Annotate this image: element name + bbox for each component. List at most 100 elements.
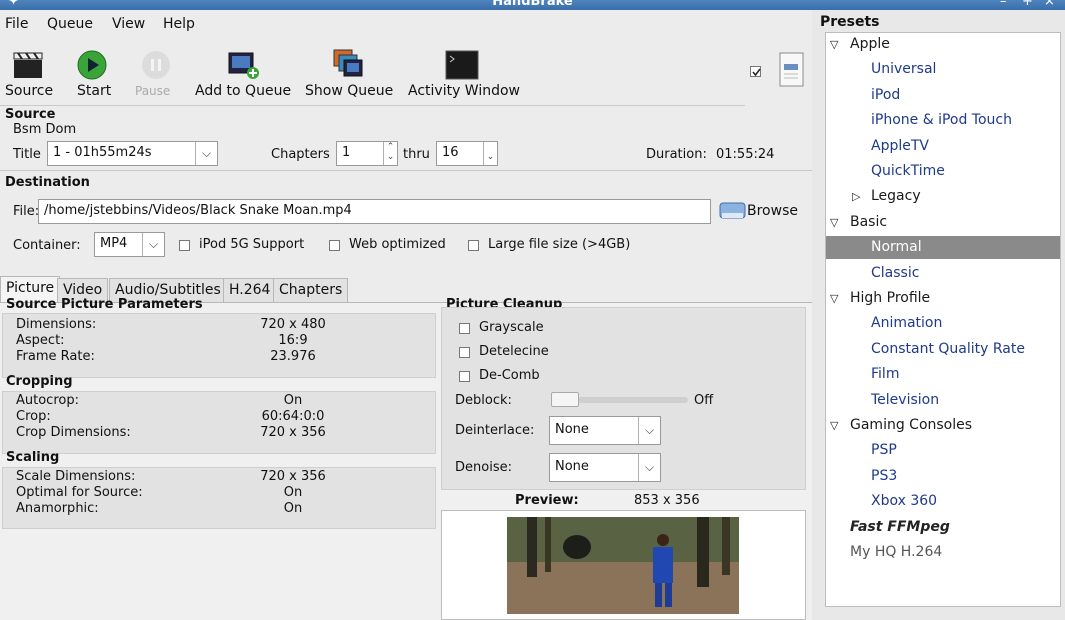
tab-h264[interactable]: H.264 (223, 278, 277, 302)
optimal-source-value: On (283, 485, 303, 500)
preset-item-ps3[interactable]: PS3 (826, 465, 1060, 488)
denoise-select-value: None (555, 459, 589, 474)
expand-arrow-icon[interactable]: ▽ (830, 211, 838, 234)
minimize-icon[interactable]: – (1000, 0, 1007, 9)
deblock-label: Deblock: (455, 393, 512, 408)
maximize-icon[interactable]: + (1022, 0, 1033, 9)
expand-arrow-icon[interactable]: ▽ (830, 414, 838, 437)
preset-item-basic[interactable]: ▽ Basic (826, 211, 1060, 234)
menu-file[interactable]: File (5, 16, 28, 32)
preset-item-my-hq-h-264[interactable]: My HQ H.264 (826, 541, 1060, 564)
preset-item-animation[interactable]: Animation (826, 312, 1060, 335)
expand-arrow-icon[interactable]: ▽ (830, 33, 838, 56)
preset-item-label: Normal (871, 239, 922, 256)
main-panel: File Queue View Help Source Start Pause (0, 10, 812, 620)
preset-item-label: Universal (871, 61, 937, 78)
chevron-down-icon: ⌵ (638, 454, 660, 481)
scaling-title: Scaling (6, 450, 60, 465)
clapperboard-icon (13, 52, 43, 78)
preset-item-fast-ffmpeg[interactable]: Fast FFMpeg (826, 516, 1060, 539)
preset-item-quicktime[interactable]: QuickTime (826, 160, 1060, 183)
deinterlace-select[interactable]: None ⌵ (549, 416, 661, 445)
deinterlace-select-value: None (555, 422, 589, 437)
autocrop-label: Autocrop: (16, 393, 79, 408)
preset-item-apple[interactable]: ▽ Apple (826, 33, 1060, 56)
menu-view[interactable]: View (112, 16, 145, 32)
chevron-down-icon: ⌵ (195, 142, 217, 165)
preset-item-label: Fast FFMpeg (850, 518, 950, 535)
optimal-source-label: Optimal for Source: (16, 485, 143, 500)
file-label: File: (13, 204, 40, 219)
browse-button[interactable]: Browse (747, 203, 798, 219)
container-label: Container: (13, 238, 81, 253)
preset-item-classic[interactable]: Classic (826, 262, 1060, 285)
collapse-arrow-icon[interactable]: ▷ (852, 185, 860, 208)
preset-item-gaming-consoles[interactable]: ▽ Gaming Consoles (826, 414, 1060, 437)
folder-icon[interactable] (719, 199, 747, 221)
chapter-start-spinner[interactable]: 1 ⌃ ⌄ (336, 141, 398, 166)
preset-item-constant-quality-rate[interactable]: Constant Quality Rate (826, 338, 1060, 361)
chapter-end-spinner[interactable]: 16 ⌄ (436, 141, 498, 166)
spinner-arrows-icon[interactable]: ⌄ (483, 142, 497, 165)
anamorphic-value: On (283, 501, 303, 516)
chevron-down-icon: ⌵ (638, 417, 660, 444)
terminal-icon (445, 50, 479, 80)
ipod-5g-label: iPod 5G Support (199, 237, 305, 252)
window-title: HandBrake (492, 0, 573, 9)
document-icon[interactable] (779, 52, 805, 88)
cropping-title: Cropping (6, 374, 73, 389)
preset-item-legacy[interactable]: ▷ Legacy (826, 185, 1060, 208)
spinner-arrows-icon[interactable]: ⌃ ⌄ (383, 142, 397, 165)
preview-image[interactable] (507, 517, 739, 614)
menu-queue[interactable]: Queue (47, 16, 93, 32)
crop-dimensions-value: 720 x 356 (260, 425, 326, 440)
preset-item-label: Apple (850, 36, 890, 52)
large-file-checkbox[interactable] (468, 240, 479, 251)
preset-item-normal[interactable]: Normal (826, 236, 1060, 260)
preset-item-ipod[interactable]: iPod (826, 84, 1060, 107)
web-optimized-checkbox[interactable] (329, 240, 340, 251)
close-icon[interactable]: × (1044, 0, 1055, 9)
preset-item-label: Xbox 360 (871, 493, 938, 510)
preview-label: Preview: (515, 493, 579, 508)
presets-toggle-checkbox[interactable] (750, 66, 761, 77)
aspect-value: 16:9 (278, 333, 308, 348)
detelecine-checkbox[interactable] (459, 347, 470, 358)
tab-chapters[interactable]: Chapters (273, 278, 349, 302)
web-optimized-label: Web optimized (349, 237, 446, 252)
preview-size: 853 x 356 (634, 493, 700, 508)
menu-help[interactable]: Help (163, 16, 195, 32)
preset-item-universal[interactable]: Universal (826, 58, 1060, 81)
preset-item-label: Legacy (871, 188, 921, 205)
chapter-end-value: 16 (442, 145, 459, 160)
preset-item-psp[interactable]: PSP (826, 439, 1060, 462)
destination-header: Destination (5, 175, 90, 190)
decomb-checkbox[interactable] (459, 371, 470, 382)
title-bar: ✦ HandBrake – + × (0, 0, 1065, 10)
container-select[interactable]: MP4 ⌵ (94, 232, 165, 257)
expand-arrow-icon[interactable]: ▽ (830, 287, 838, 310)
preset-item-appletv[interactable]: AppleTV (826, 135, 1060, 158)
ipod-5g-checkbox[interactable] (179, 240, 190, 251)
aspect-label: Aspect: (16, 333, 65, 348)
preset-item-xbox-360[interactable]: Xbox 360 (826, 490, 1060, 513)
title-select[interactable]: 1 - 01h55m24s ⌵ (47, 141, 218, 166)
frame-rate-value: 23.976 (270, 349, 316, 364)
preset-item-high-profile[interactable]: ▽ High Profile (826, 287, 1060, 310)
grayscale-checkbox[interactable] (459, 323, 470, 334)
preset-item-label: iPod (871, 86, 901, 103)
presets-list[interactable]: ▽ Apple Universal iPod iPhone & iPod Touch Ap… (825, 32, 1061, 607)
preset-item-television[interactable]: Television (826, 389, 1060, 412)
preset-item-iphone-ipod-touch[interactable]: iPhone & iPod Touch (826, 109, 1060, 132)
preset-item-label: Classic (871, 264, 920, 281)
preset-item-film[interactable]: Film (826, 363, 1060, 386)
preset-item-label: My HQ H.264 (850, 544, 943, 560)
denoise-select[interactable]: None ⌵ (549, 453, 661, 482)
detelecine-label: Detelecine (479, 344, 549, 359)
preset-item-label: Gaming Consoles (850, 417, 973, 433)
deblock-slider-handle[interactable] (551, 392, 579, 407)
play-icon (77, 50, 107, 80)
title-select-value: 1 - 01h55m24s (53, 145, 152, 160)
preset-item-label: Animation (871, 315, 943, 332)
file-path-input[interactable]: /home/jstebbins/Videos/Black Snake Moan.… (38, 199, 711, 224)
